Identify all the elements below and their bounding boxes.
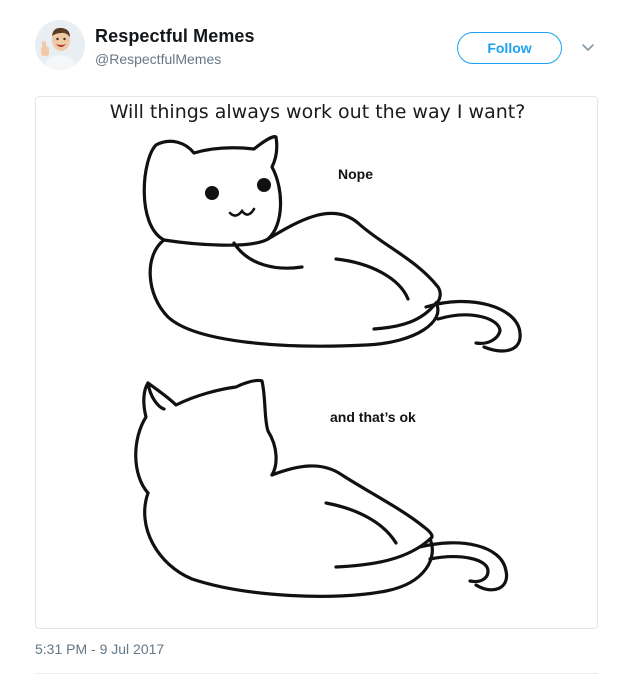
divider — [35, 673, 598, 674]
avatar[interactable] — [35, 20, 85, 70]
avatar-image — [35, 20, 85, 70]
tweet-header: Respectful Memes @RespectfulMemes Follow — [0, 0, 632, 90]
chevron-down-icon[interactable] — [580, 40, 596, 56]
meme-caption-top: Nope — [338, 166, 373, 182]
tweet-media[interactable]: Will things always work out the way I wa… — [35, 96, 598, 629]
follow-button[interactable]: Follow — [457, 32, 562, 64]
tweet-timestamp[interactable]: 5:31 PM - 9 Jul 2017 — [35, 641, 164, 657]
meme-illustration — [134, 135, 522, 598]
display-name[interactable]: Respectful Memes — [95, 26, 255, 47]
meme-title: Will things always work out the way I wa… — [109, 101, 526, 123]
meme-caption-bottom: and that’s ok — [330, 409, 416, 425]
user-handle[interactable]: @RespectfulMemes — [95, 51, 221, 67]
